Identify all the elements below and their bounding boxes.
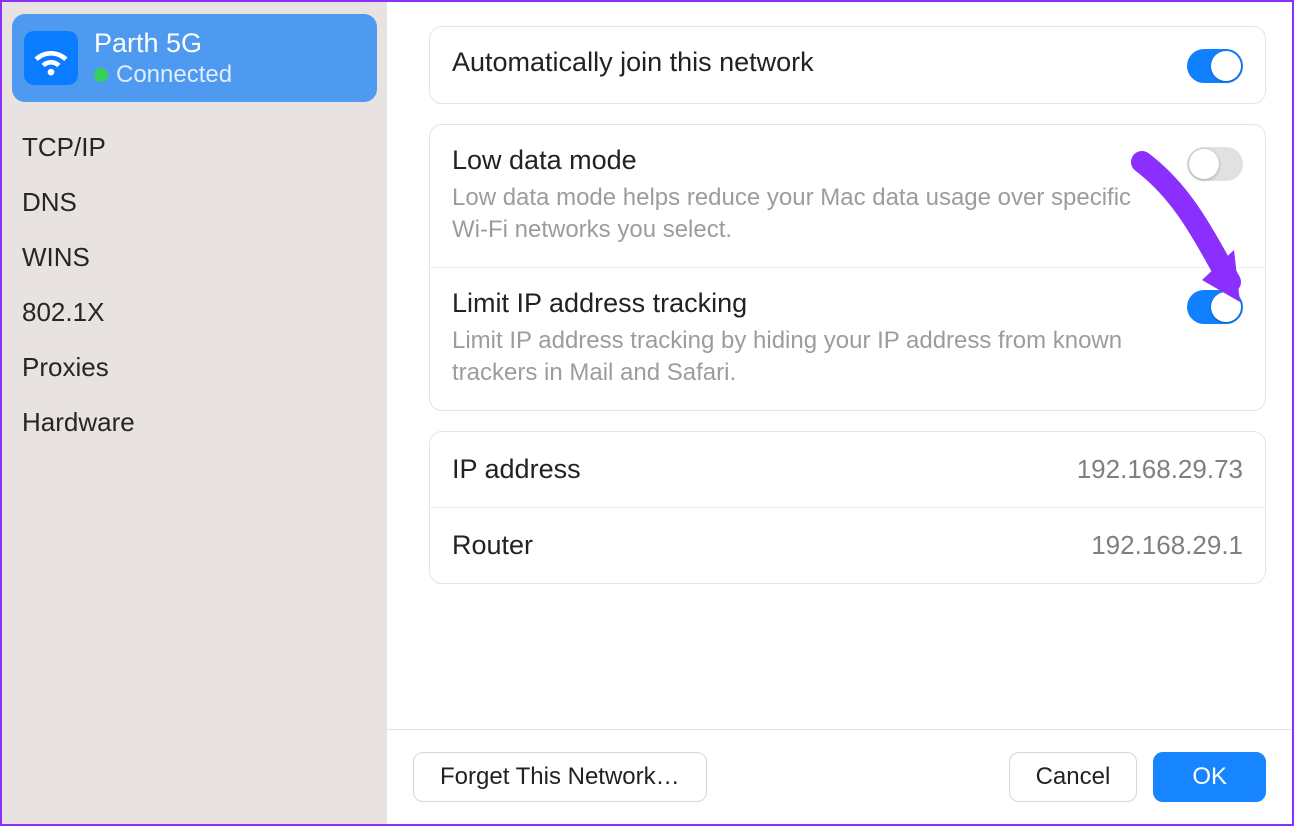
wifi-icon [24, 31, 78, 85]
status-dot-icon [94, 68, 108, 82]
ip-address-value: 192.168.29.73 [1077, 454, 1243, 485]
sidebar-item-8021x[interactable]: 802.1X [12, 285, 377, 340]
limit-ip-title: Limit IP address tracking [452, 288, 1167, 319]
forget-network-button[interactable]: Forget This Network… [413, 752, 707, 802]
wifi-status: Connected [116, 61, 232, 89]
sidebar-item-hardware[interactable]: Hardware [12, 395, 377, 450]
sidebar-item-wins[interactable]: WINS [12, 230, 377, 285]
wifi-name: Parth 5G [94, 28, 232, 59]
card-auto-join: Automatically join this network [429, 26, 1266, 104]
card-privacy: Low data mode Low data mode helps reduce… [429, 124, 1266, 411]
cancel-button[interactable]: Cancel [1009, 752, 1138, 802]
router-label: Router [452, 530, 533, 561]
low-data-desc: Low data mode helps reduce your Mac data… [452, 182, 1152, 247]
sidebar: Parth 5G Connected TCP/IP DNS WINS 802.1… [2, 2, 387, 824]
router-value: 192.168.29.1 [1091, 530, 1243, 561]
limit-ip-toggle[interactable] [1187, 290, 1243, 324]
sidebar-item-network[interactable]: Parth 5G Connected [12, 14, 377, 102]
card-network-info: IP address 192.168.29.73 Router 192.168.… [429, 431, 1266, 584]
sidebar-item-tcpip[interactable]: TCP/IP [12, 120, 377, 175]
limit-ip-desc: Limit IP address tracking by hiding your… [452, 325, 1152, 390]
main-panel: Automatically join this network Low data… [387, 2, 1292, 824]
content-area: Automatically join this network Low data… [387, 2, 1292, 729]
wifi-text: Parth 5G Connected [94, 28, 232, 89]
ok-button[interactable]: OK [1153, 752, 1266, 802]
sidebar-item-dns[interactable]: DNS [12, 175, 377, 230]
auto-join-title: Automatically join this network [452, 47, 1167, 78]
footer: Forget This Network… Cancel OK [387, 729, 1292, 824]
auto-join-toggle[interactable] [1187, 49, 1243, 83]
ip-address-label: IP address [452, 454, 581, 485]
low-data-title: Low data mode [452, 145, 1167, 176]
sidebar-item-proxies[interactable]: Proxies [12, 340, 377, 395]
low-data-toggle[interactable] [1187, 147, 1243, 181]
